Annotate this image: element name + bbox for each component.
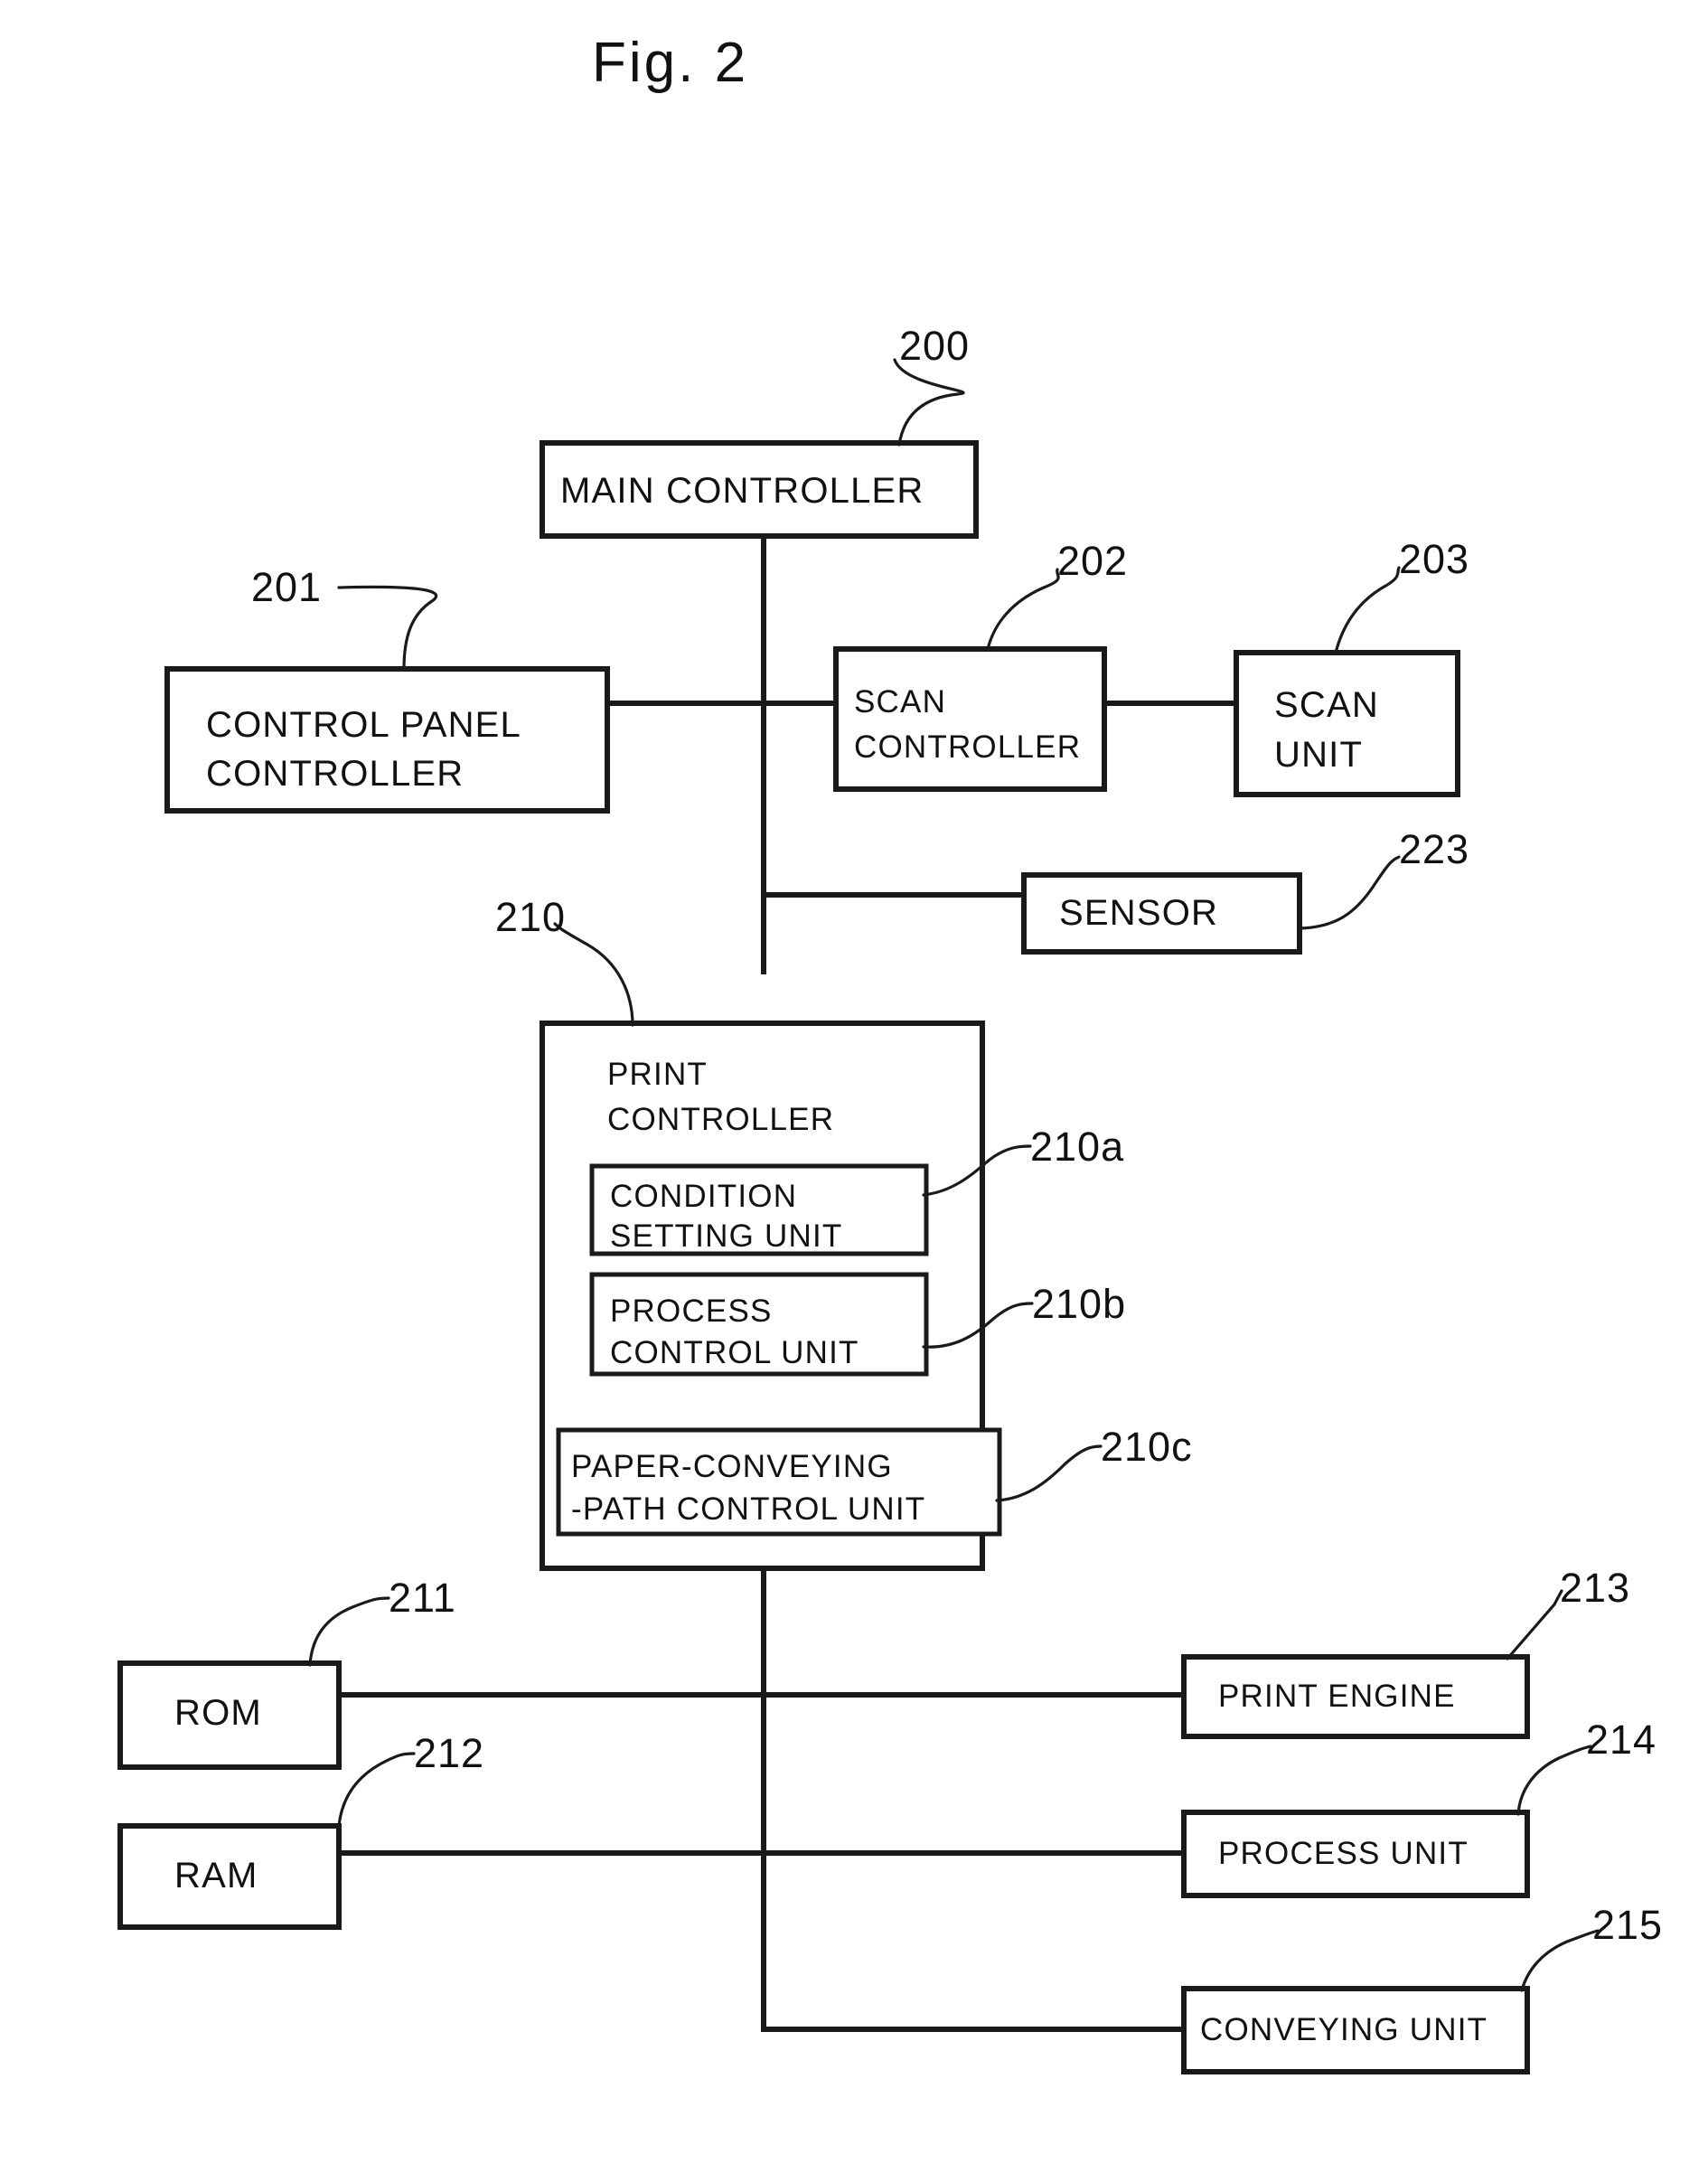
ref-number-210a: 210a xyxy=(1030,1124,1124,1170)
block-process-unit[interactable]: PROCESS UNIT xyxy=(1181,1810,1530,1898)
scan-controller-label-line2: CONTROLLER xyxy=(854,729,1081,765)
leader-line-211 xyxy=(308,1596,390,1667)
ref-number-210: 210 xyxy=(495,894,566,940)
ref-callout-214: 214 xyxy=(1516,1717,1656,1816)
block-control-panel-controller[interactable]: CONTROL PANEL CONTROLLER xyxy=(164,666,610,814)
leader-line-215 xyxy=(1520,1929,1600,1992)
ref-callout-215: 215 xyxy=(1520,1902,1663,1992)
block-condition-setting-unit[interactable]: CONDITION SETTING UNIT xyxy=(589,1163,929,1256)
ref-callout-200: 200 xyxy=(893,323,970,447)
rom-label: ROM xyxy=(174,1693,262,1733)
leader-line-202 xyxy=(986,568,1060,651)
leader-line-200 xyxy=(893,358,965,447)
leader-line-210 xyxy=(553,922,634,1027)
ref-callout-210: 210 xyxy=(495,894,634,1027)
process-control-unit-label-line1: PROCESS xyxy=(610,1293,773,1329)
ref-callout-212: 212 xyxy=(337,1730,484,1828)
block-ram[interactable]: RAM xyxy=(117,1823,342,1930)
block-process-control-unit[interactable]: PROCESS CONTROL UNIT xyxy=(589,1272,929,1377)
process-control-unit-label-line2: CONTROL UNIT xyxy=(610,1335,859,1370)
control-panel-controller-label-line1: CONTROL PANEL xyxy=(206,705,521,745)
ref-number-201: 201 xyxy=(251,564,322,610)
block-rom[interactable]: ROM xyxy=(117,1660,342,1770)
ref-callout-223: 223 xyxy=(1298,826,1469,930)
block-paper-conveying-path-control-unit[interactable]: PAPER-CONVEYING -PATH CONTROL UNIT xyxy=(556,1427,1002,1537)
conveying-unit-label: CONVEYING UNIT xyxy=(1200,2012,1487,2047)
block-sensor[interactable]: SENSOR xyxy=(1021,872,1302,955)
leader-line-214 xyxy=(1516,1745,1592,1816)
ref-callout-210c: 210c xyxy=(995,1424,1193,1502)
block-print-engine[interactable]: PRINT ENGINE xyxy=(1181,1654,1530,1739)
scan-controller-label-line1: SCAN xyxy=(854,684,946,720)
block-conveying-unit[interactable]: CONVEYING UNIT xyxy=(1181,1986,1530,2074)
leader-line-201 xyxy=(337,585,438,671)
ref-number-213: 213 xyxy=(1560,1565,1630,1611)
leader-line-212 xyxy=(337,1752,416,1828)
scan-unit-label-line2: UNIT xyxy=(1274,735,1363,775)
ref-number-214: 214 xyxy=(1586,1717,1656,1763)
ref-number-203: 203 xyxy=(1399,536,1469,582)
ref-number-211: 211 xyxy=(389,1575,456,1621)
scan-unit-label-line1: SCAN xyxy=(1274,685,1379,725)
leader-line-203 xyxy=(1334,566,1401,654)
print-controller-label-line1: PRINT xyxy=(607,1057,708,1092)
ref-number-200: 200 xyxy=(899,323,970,369)
ref-number-215: 215 xyxy=(1592,1902,1663,1948)
figure-title: Fig. 2 xyxy=(592,32,748,94)
print-controller-label-line2: CONTROLLER xyxy=(607,1102,834,1137)
condition-setting-unit-label-line2: SETTING UNIT xyxy=(610,1218,842,1254)
leader-line-210c xyxy=(995,1444,1103,1502)
ram-label: RAM xyxy=(174,1856,258,1895)
leader-line-213 xyxy=(1506,1589,1563,1660)
figure-root: Fig. 2 MAIN CONTROLLER 200 CONTROL PANEL… xyxy=(0,0,1708,2173)
sensor-label: SENSOR xyxy=(1059,893,1218,933)
block-diagram-canvas: Fig. 2 MAIN CONTROLLER 200 CONTROL PANEL… xyxy=(117,32,1663,2074)
print-engine-label: PRINT ENGINE xyxy=(1218,1679,1456,1714)
process-unit-label: PROCESS UNIT xyxy=(1218,1836,1469,1871)
ref-callout-213: 213 xyxy=(1506,1565,1630,1660)
block-scan-unit[interactable]: SCAN UNIT xyxy=(1234,650,1460,797)
control-panel-controller-label-line2: CONTROLLER xyxy=(206,754,464,794)
ref-number-212: 212 xyxy=(414,1730,484,1776)
block-print-controller[interactable]: PRINT CONTROLLER CONDITION SETTING UNIT … xyxy=(540,1021,1002,1571)
block-scan-controller[interactable]: SCAN CONTROLLER xyxy=(833,646,1107,792)
block-main-controller[interactable]: MAIN CONTROLLER xyxy=(540,440,979,539)
ref-callout-201: 201 xyxy=(251,564,438,671)
main-controller-label: MAIN CONTROLLER xyxy=(560,471,924,511)
condition-setting-unit-label-line1: CONDITION xyxy=(610,1179,797,1214)
ref-number-223: 223 xyxy=(1399,826,1469,872)
paper-conveying-path-control-unit-label-line1: PAPER-CONVEYING xyxy=(571,1449,893,1484)
ref-number-202: 202 xyxy=(1057,538,1128,584)
ref-callout-203: 203 xyxy=(1334,536,1469,654)
ref-callout-202: 202 xyxy=(986,538,1128,651)
leader-line-223 xyxy=(1298,855,1401,930)
ref-callout-211: 211 xyxy=(308,1575,456,1667)
ref-number-210c: 210c xyxy=(1101,1424,1193,1470)
paper-conveying-path-control-unit-label-line2: -PATH CONTROL UNIT xyxy=(571,1491,925,1527)
ref-number-210b: 210b xyxy=(1032,1281,1126,1327)
